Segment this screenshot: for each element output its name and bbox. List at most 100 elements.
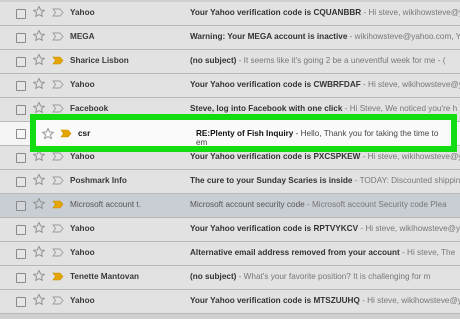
email-sender: Facebook xyxy=(70,104,109,113)
star-icon[interactable] xyxy=(32,197,46,211)
email-preview: Your Yahoo verification code is CWBRFDAF… xyxy=(190,80,460,89)
importance-marker-icon[interactable] xyxy=(52,272,64,281)
email-snippet: - Hi steve, The xyxy=(399,248,456,257)
email-subject: Your Yahoo verification code is MTSZUUHQ xyxy=(190,296,360,305)
checkbox-icon[interactable] xyxy=(16,297,26,307)
checkbox-icon[interactable] xyxy=(16,201,26,211)
importance-marker-icon[interactable] xyxy=(52,152,64,161)
checkbox-icon[interactable] xyxy=(16,273,26,283)
email-sender: Yahoo xyxy=(70,80,95,89)
email-snippet: - It seems like it's going 2 be a uneven… xyxy=(236,56,446,65)
email-sender: Yahoo xyxy=(70,248,95,257)
star-icon[interactable] xyxy=(32,77,46,91)
email-preview: Warning: Your MEGA account is inactive -… xyxy=(190,32,460,41)
star-icon[interactable] xyxy=(32,221,46,235)
email-row[interactable]: Sharice Lisbon (no subject) - It seems l… xyxy=(0,50,460,74)
importance-marker-icon[interactable] xyxy=(52,32,64,41)
email-subject: (no subject) xyxy=(190,272,237,281)
star-icon[interactable] xyxy=(32,245,46,259)
email-preview: The cure to your Sunday Scaries is insid… xyxy=(190,176,460,185)
email-sender: Microsoft account t. xyxy=(70,200,141,209)
star-icon[interactable] xyxy=(32,173,46,187)
email-sender: Yahoo xyxy=(70,224,95,233)
email-row[interactable]: Poshmark Info The cure to your Sunday Sc… xyxy=(0,170,460,194)
importance-marker-icon[interactable] xyxy=(52,8,64,17)
email-snippet: - Hi steve, wikihowsteve@yahoo.c xyxy=(362,152,460,161)
checkbox-icon[interactable] xyxy=(16,225,26,235)
email-subject: Your Yahoo verification code is CQUANBBR xyxy=(190,8,362,17)
email-snippet: - Hi steve, wikihowsteve@yaho xyxy=(363,8,460,17)
checkbox-icon[interactable] xyxy=(16,105,26,115)
email-row[interactable]: Yahoo Your Yahoo verification code is CQ… xyxy=(0,2,460,26)
email-sender: Yahoo xyxy=(70,8,95,17)
email-row[interactable]: Tenette Mantovan (no subject) - What's y… xyxy=(0,266,460,290)
checkbox-icon[interactable] xyxy=(16,81,26,91)
email-row[interactable]: Yahoo Your Yahoo verification code is RP… xyxy=(0,218,460,242)
importance-marker-icon[interactable] xyxy=(52,56,64,65)
email-subject: Warning: Your MEGA account is inactive xyxy=(190,32,348,41)
email-subject: (no subject) xyxy=(190,56,237,65)
email-preview: Microsoft account security code - Micros… xyxy=(190,200,460,209)
email-snippet: - TODAY: Discounted shipping xyxy=(352,176,460,185)
email-subject: Alternative email address removed from y… xyxy=(190,248,400,257)
email-snippet: - Hi steve, wikihowsteve@yahoo.c xyxy=(360,224,460,233)
email-subject: The cure to your Sunday Scaries is insid… xyxy=(190,176,353,185)
email-sender: Sharice Lisbon xyxy=(70,56,129,65)
email-subject: RE:Plenty of Fish Inquiry xyxy=(196,129,294,138)
star-icon[interactable] xyxy=(41,127,55,141)
email-subject: Steve, log into Facebook with one click xyxy=(190,104,343,113)
star-icon[interactable] xyxy=(32,29,46,43)
checkbox-icon[interactable] xyxy=(16,57,26,67)
email-snippet: - Hi steve, wikihowsteve@yahoo xyxy=(363,80,460,89)
email-preview: Alternative email address removed from y… xyxy=(190,248,460,257)
email-row[interactable]: Yahoo Your Yahoo verification code is MT… xyxy=(0,290,460,314)
checkbox-icon[interactable] xyxy=(16,153,26,163)
email-snippet: - wikihowsteve@yahoo.com, You xyxy=(347,32,460,41)
email-snippet: - What's your favorite position? It is c… xyxy=(236,272,431,281)
email-sender: Yahoo xyxy=(70,152,95,161)
checkbox-icon[interactable] xyxy=(16,129,26,139)
email-preview: Your Yahoo verification code is PXCSPKEW… xyxy=(190,152,460,161)
importance-marker-icon[interactable] xyxy=(52,200,64,209)
star-icon[interactable] xyxy=(32,293,46,307)
email-list: Yahoo Your Yahoo verification code is CQ… xyxy=(0,0,460,319)
email-sender: Tenette Mantovan xyxy=(70,272,139,281)
email-preview: (no subject) - It seems like it's going … xyxy=(190,56,460,65)
email-preview: Your Yahoo verification code is RPTVYKCV… xyxy=(190,224,460,233)
email-row[interactable]: Microsoft account t. Microsoft account s… xyxy=(0,194,460,218)
email-sender: csr xyxy=(78,129,91,138)
importance-marker-icon[interactable] xyxy=(52,80,64,89)
email-sender: Poshmark Info xyxy=(70,176,127,185)
email-sender: Yahoo xyxy=(70,296,95,305)
importance-marker-icon[interactable] xyxy=(52,248,64,257)
email-snippet: - Hi steve, wikihowsteve@yahoo xyxy=(362,296,460,305)
email-subject: Your Yahoo verification code is RPTVYKCV xyxy=(190,224,359,233)
importance-marker-icon[interactable] xyxy=(52,176,64,185)
email-row[interactable]: Yahoo Alternative email address removed … xyxy=(0,242,460,266)
star-icon[interactable] xyxy=(32,101,46,115)
email-preview: Steve, log into Facebook with one click … xyxy=(190,104,460,113)
email-subject: Your Yahoo verification code is PXCSPKEW xyxy=(190,152,361,161)
email-row[interactable]: Yahoo Your Yahoo verification code is CW… xyxy=(0,74,460,98)
importance-marker-icon[interactable] xyxy=(52,104,64,113)
email-snippet: - Hi Steve, We noticed you're h xyxy=(342,104,458,113)
star-icon[interactable] xyxy=(32,5,46,19)
email-subject: Your Yahoo verification code is CWBRFDAF xyxy=(190,80,361,89)
star-icon[interactable] xyxy=(32,269,46,283)
email-preview: Your Yahoo verification code is MTSZUUHQ… xyxy=(190,296,460,305)
checkbox-icon[interactable] xyxy=(16,249,26,259)
email-preview: RE:Plenty of Fish Inquiry - Hello, Thank… xyxy=(196,129,451,147)
star-icon[interactable] xyxy=(32,53,46,67)
email-row[interactable]: MEGA Warning: Your MEGA account is inact… xyxy=(0,26,460,50)
highlighted-email-row[interactable]: csr RE:Plenty of Fish Inquiry - Hello, T… xyxy=(30,114,457,152)
importance-marker-icon[interactable] xyxy=(52,296,64,305)
email-sender: MEGA xyxy=(70,32,95,41)
email-snippet: - Microsoft account Security code Plea xyxy=(304,200,447,209)
checkbox-icon[interactable] xyxy=(16,33,26,43)
checkbox-icon[interactable] xyxy=(16,9,26,19)
checkbox-icon[interactable] xyxy=(16,177,26,187)
email-subject: Microsoft account security code xyxy=(190,200,305,209)
importance-marker-icon[interactable] xyxy=(52,224,64,233)
importance-marker-icon[interactable] xyxy=(60,129,72,138)
email-preview: Your Yahoo verification code is CQUANBBR… xyxy=(190,8,460,17)
